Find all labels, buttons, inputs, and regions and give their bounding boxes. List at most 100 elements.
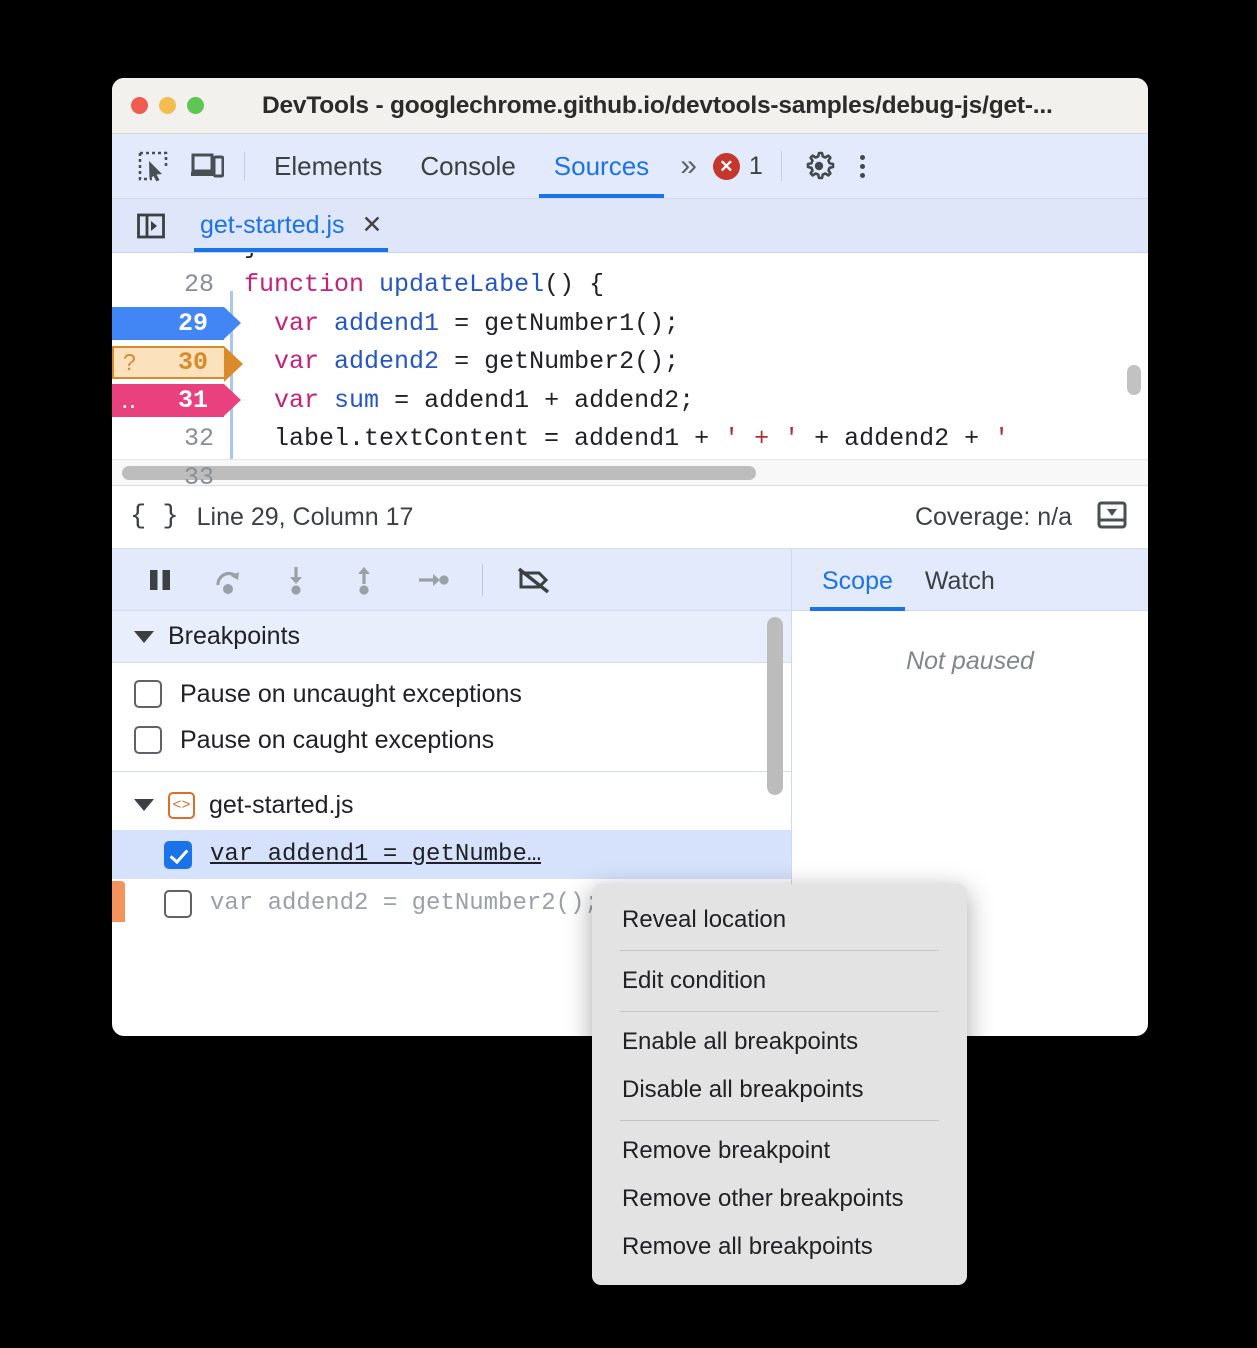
breakpoint-marker-conditional[interactable]: ? 30 xyxy=(112,345,243,382)
breakpoints-section-title: Breakpoints xyxy=(168,622,301,650)
toolbar-divider xyxy=(244,151,245,181)
line-number: 29 xyxy=(177,309,208,338)
scope-empty-message: Not paused xyxy=(906,647,1034,675)
context-menu-item-disable-all-breakpoints[interactable]: Disable all breakpoints xyxy=(592,1066,967,1114)
code-line-29: 29 var addend1 = getNumber1(); xyxy=(112,304,1148,343)
show-drawer-icon[interactable] xyxy=(1094,497,1130,538)
breakpoint-marker-logpoint[interactable]: ‥ 31 xyxy=(112,384,241,417)
cursor-position: Line 29, Column 17 xyxy=(196,502,414,531)
more-options-icon[interactable] xyxy=(846,154,879,178)
breakpoint-file-group[interactable]: <> get-started.js xyxy=(112,780,791,830)
code-line-30: ? 30 var addend2 = getNumber2(); xyxy=(112,343,1148,382)
close-icon[interactable]: ✕ xyxy=(362,213,383,238)
file-tab-get-started-js[interactable]: get-started.js ✕ xyxy=(194,199,389,252)
window-titlebar: DevTools - googlechrome.github.io/devtoo… xyxy=(112,78,1148,134)
breakpoint-marker-normal[interactable]: 29 xyxy=(112,307,241,340)
screenshot-root: DevTools - googlechrome.github.io/devtoo… xyxy=(0,0,1257,1348)
scope-watch-tabs: Scope Watch xyxy=(792,549,1148,611)
pause-caught-checkbox[interactable] xyxy=(134,726,162,754)
debugger-area: Breakpoints Pause on uncaught exceptions… xyxy=(112,549,1148,922)
context-menu-item-remove-all-breakpoints[interactable]: Remove all breakpoints xyxy=(592,1223,967,1271)
line-code: } xyxy=(230,253,259,261)
device-toolbar-icon[interactable] xyxy=(180,143,234,189)
breakpoint-file-name: get-started.js xyxy=(209,790,354,819)
chevron-down-icon[interactable] xyxy=(134,630,154,643)
js-file-icon: <> xyxy=(168,791,195,819)
editor-horizontal-scrollbar-thumb[interactable] xyxy=(122,466,756,480)
context-menu-item-remove-breakpoint[interactable]: Remove breakpoint xyxy=(592,1127,967,1175)
context-menu-item-edit-condition[interactable]: Edit condition xyxy=(592,957,967,1005)
show-navigator-icon[interactable] xyxy=(128,211,174,241)
line-number: 32 xyxy=(183,424,214,454)
file-tab-label: get-started.js xyxy=(200,211,345,239)
context-menu-item-remove-other-breakpoints[interactable]: Remove other breakpoints xyxy=(592,1175,967,1223)
context-menu-item-reveal-location[interactable]: Reveal location xyxy=(592,896,967,944)
breakpoint-list-item-1[interactable]: var addend1 = getNumbe… xyxy=(112,830,791,879)
context-menu-separator xyxy=(620,1120,939,1121)
error-icon: ✕ xyxy=(712,152,740,180)
line-number: 33 xyxy=(183,462,214,485)
code-editor[interactable]: 27 } 28 function updateLabel() { 29 xyxy=(112,253,1148,485)
line-code: var addend2 = getNumber2(); xyxy=(274,347,680,377)
breakpoints-panel: Breakpoints Pause on uncaught exceptions… xyxy=(112,611,791,922)
gutter-30[interactable]: ? 30 xyxy=(112,343,243,382)
pretty-print-icon[interactable]: { } xyxy=(130,502,179,532)
step-out-icon[interactable] xyxy=(336,556,392,604)
pause-icon[interactable] xyxy=(132,556,188,604)
pause-on-uncaught-exceptions-row[interactable]: Pause on uncaught exceptions xyxy=(112,671,791,717)
gutter-28[interactable]: 28 xyxy=(112,266,230,305)
gutter-32[interactable]: 32 xyxy=(112,420,230,459)
breakpoint-glyph: ? xyxy=(123,348,136,375)
breakpoint-context-menu: Reveal location Edit condition Enable al… xyxy=(592,884,967,1285)
breakpoint-checkbox[interactable] xyxy=(164,889,192,918)
pause-caught-label: Pause on caught exceptions xyxy=(180,725,495,754)
gutter-31[interactable]: ‥ 31 xyxy=(112,381,241,420)
pause-uncaught-checkbox[interactable] xyxy=(134,680,162,708)
toolbar-divider-2 xyxy=(780,151,782,181)
debugger-toolbar xyxy=(112,549,791,611)
pause-on-caught-exceptions-row[interactable]: Pause on caught exceptions xyxy=(112,717,791,763)
gear-icon[interactable] xyxy=(792,143,846,189)
code-line-27: 27 } xyxy=(112,253,1148,266)
debugger-toolbar-divider xyxy=(482,563,483,596)
context-menu-separator xyxy=(620,950,939,951)
chevron-down-icon[interactable] xyxy=(134,799,154,811)
tab-elements[interactable]: Elements xyxy=(255,135,401,198)
error-badge[interactable]: ✕ 1 xyxy=(705,152,771,181)
deactivate-breakpoints-icon[interactable] xyxy=(505,556,561,604)
line-code: var addend1 = getNumber1(); xyxy=(274,308,680,338)
tab-scope[interactable]: Scope xyxy=(806,567,909,611)
editor-horizontal-scrollbar-track[interactable] xyxy=(112,459,1148,485)
more-tabs-icon[interactable]: » xyxy=(668,149,705,183)
breakpoints-section-header[interactable]: Breakpoints xyxy=(112,611,791,663)
line-code: function updateLabel() { xyxy=(244,270,605,300)
breakpoint-code: var addend2 = getNumber2(); xyxy=(210,890,599,917)
context-menu-item-enable-all-breakpoints[interactable]: Enable all breakpoints xyxy=(592,1018,967,1066)
tab-sources[interactable]: Sources xyxy=(535,135,668,198)
line-code: var sum = addend1 + addend2; xyxy=(274,385,695,415)
breakpoint-glyph: ‥ xyxy=(121,387,137,413)
window-title: DevTools - googlechrome.github.io/devtoo… xyxy=(262,91,1053,119)
line-number: 30 xyxy=(177,347,208,377)
devtools-main-toolbar: Elements Console Sources » ✕ 1 xyxy=(112,134,1148,199)
file-tabstrip: get-started.js ✕ xyxy=(112,199,1148,253)
context-menu-separator xyxy=(620,1011,939,1012)
editor-vertical-scrollbar[interactable] xyxy=(1127,365,1141,395)
step-icon[interactable] xyxy=(404,556,460,604)
tab-console[interactable]: Console xyxy=(401,135,534,198)
line-number: 28 xyxy=(183,270,214,300)
gutter-27[interactable]: 27 xyxy=(112,253,230,266)
line-number: 27 xyxy=(184,253,214,261)
code-lines: 27 } 28 function updateLabel() { 29 xyxy=(112,253,1148,485)
tab-watch[interactable]: Watch xyxy=(909,567,1011,610)
breakpoints-vertical-scrollbar[interactable] xyxy=(767,617,783,795)
gutter-29[interactable]: 29 xyxy=(112,304,241,343)
step-into-icon[interactable] xyxy=(268,556,324,604)
inspect-element-icon[interactable] xyxy=(126,143,180,189)
editor-statusbar: { } Line 29, Column 17 Coverage: n/a xyxy=(112,485,1148,549)
error-count: 1 xyxy=(748,151,763,180)
debugger-right-pane: Scope Watch Not paused xyxy=(792,549,1148,922)
line-number: 31 xyxy=(177,386,208,415)
breakpoint-checkbox[interactable] xyxy=(164,840,192,869)
step-over-icon[interactable] xyxy=(200,556,256,604)
